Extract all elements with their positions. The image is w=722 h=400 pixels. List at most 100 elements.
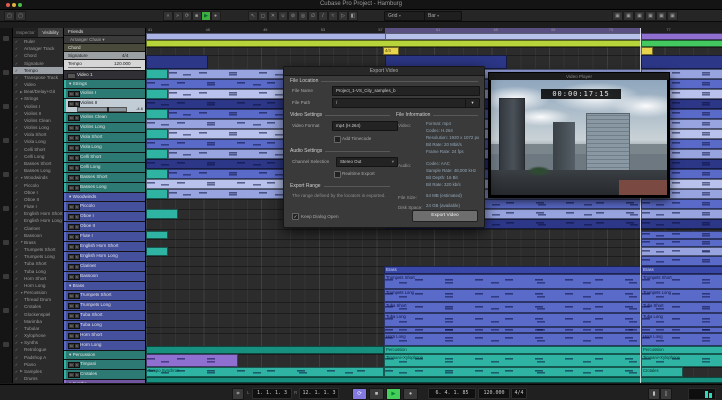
track-header[interactable]: ▾ Strings — [64, 80, 145, 89]
tempo-display[interactable]: 120.000 — [478, 388, 510, 399]
erase-tool[interactable]: ⊘ — [288, 11, 298, 21]
clip[interactable] — [146, 139, 286, 149]
rail-icon[interactable] — [3, 138, 9, 143]
rewind-button[interactable]: « — [163, 11, 173, 21]
clip[interactable] — [146, 159, 286, 169]
track-header[interactable]: M S Trumpets Short — [64, 291, 145, 301]
clip[interactable] — [641, 33, 722, 40]
tab-inspector[interactable]: Inspector — [13, 28, 38, 37]
clip[interactable]: Tuba Long — [641, 313, 722, 327]
visibility-item[interactable]: ✓ Xylophone — [13, 332, 63, 339]
visibility-item[interactable]: ✓ Chord — [13, 52, 63, 59]
track-header[interactable]: M S Horn Short — [64, 331, 145, 341]
clip[interactable] — [146, 346, 384, 354]
snap-toggle-button[interactable]: ▣ — [612, 11, 623, 21]
visibility-item[interactable]: ✓ Padshop A — [13, 354, 63, 361]
rail-icon[interactable] — [3, 36, 9, 41]
clip[interactable] — [384, 367, 641, 377]
visibility-item[interactable]: ✓ Tubular — [13, 325, 63, 332]
clip[interactable] — [641, 209, 722, 219]
track-header[interactable]: M S Piccolo — [64, 202, 145, 212]
time-signature-display[interactable]: 4/4 — [511, 388, 527, 399]
track-header[interactable]: M S Violins II -4.6 — [64, 99, 145, 113]
clip[interactable]: Tuba Short — [384, 302, 641, 313]
quantize-dropdown[interactable]: Bar ▾ — [424, 11, 462, 21]
cycle-button[interactable]: ⟳ — [182, 11, 192, 21]
visibility-item[interactable]: ✓ Glockenspiel — [13, 311, 63, 318]
play-tool[interactable]: ▷ — [338, 11, 348, 21]
rail-icon[interactable] — [3, 172, 9, 177]
track-header[interactable]: M S Oboe II — [64, 222, 145, 232]
clip[interactable] — [146, 169, 168, 179]
clip[interactable] — [641, 40, 722, 47]
visibility-item[interactable]: ✓ Tuba Short — [13, 260, 63, 267]
dialog-title[interactable]: Export Video — [284, 67, 484, 76]
visibility-item[interactable]: ✓ ▶ Beat/Delay+Git — [13, 88, 63, 95]
track-header[interactable]: M S Violins Long — [64, 123, 145, 133]
visibility-item[interactable]: ✓ Violins II — [13, 110, 63, 117]
clip[interactable] — [146, 33, 387, 40]
rail-icon[interactable] — [3, 308, 9, 313]
visibility-item[interactable]: ✓ Horn Short — [13, 275, 63, 282]
visibility-item[interactable]: ✓ Piccolo — [13, 181, 63, 188]
export-video-button[interactable]: Export Video — [412, 210, 478, 222]
visibility-item[interactable]: ✓ Celli Short — [13, 146, 63, 153]
clip[interactable]: Trumpets Short — [641, 274, 722, 289]
video-format-value[interactable]: mp4 (H.264) — [332, 121, 398, 131]
mute-tool[interactable]: ∅ — [308, 11, 318, 21]
rail-icon[interactable] — [3, 274, 9, 279]
track-header[interactable]: M S English Horn Short — [64, 242, 145, 252]
track-header[interactable]: M S Crotales — [64, 370, 145, 380]
clip[interactable] — [146, 149, 168, 159]
clip[interactable] — [385, 33, 643, 40]
track-header[interactable]: Arranger Chain ▾ — [64, 36, 145, 44]
line-tool[interactable]: ≈ — [328, 11, 338, 21]
visibility-item[interactable]: ✓ Video — [13, 81, 63, 88]
visibility-item[interactable]: ✓ ▼ Percussion — [13, 289, 63, 296]
clip[interactable]: Horn Long — [641, 333, 722, 346]
clip[interactable]: Timpani+Xylophone — [384, 354, 641, 367]
visibility-item[interactable]: ✓ Violins I — [13, 103, 63, 110]
snap-type-button[interactable]: ▣ — [623, 11, 634, 21]
track-header[interactable]: M S Horn Long — [64, 341, 145, 351]
track-header[interactable]: ▾ Synths — [64, 380, 145, 383]
play-button[interactable]: ▶ — [386, 387, 401, 400]
visibility-item[interactable]: ✓ ▼ Brass — [13, 239, 63, 246]
visibility-item[interactable]: ✓ Drums — [13, 375, 63, 382]
color-tool[interactable]: ◧ — [348, 11, 358, 21]
track-header[interactable]: M S Bassoon — [64, 272, 145, 282]
keyboard-icon[interactable]: ⌗ — [232, 387, 244, 400]
clip[interactable]: Trumpets Long — [641, 289, 722, 302]
draw-tool[interactable]: / — [318, 11, 328, 21]
visibility-item[interactable]: ✓ Celli Long — [13, 153, 63, 160]
track-header[interactable]: ▾ Percussion — [64, 351, 145, 360]
channel-selection-dropdown[interactable]: Stereo Out ▾ — [336, 157, 398, 167]
stop-button[interactable]: ■ — [369, 387, 384, 400]
clip[interactable]: Horn Long — [384, 333, 641, 346]
clip[interactable] — [146, 247, 168, 256]
clip[interactable] — [146, 231, 168, 239]
clip[interactable] — [641, 55, 722, 69]
tab-visibility[interactable]: Visibility — [38, 28, 63, 37]
visibility-item[interactable]: ✓ Ruler — [13, 38, 63, 45]
file-path-browse-button[interactable]: ▾ — [465, 98, 480, 108]
visibility-item[interactable]: ✓ Thread Drum — [13, 296, 63, 303]
clip[interactable] — [146, 129, 168, 139]
track-header[interactable]: M S Basses Long — [64, 183, 145, 193]
clip[interactable] — [641, 47, 653, 55]
clip[interactable] — [641, 239, 722, 247]
record-button[interactable]: ● — [403, 387, 418, 400]
clip[interactable] — [641, 231, 722, 239]
visibility-item[interactable]: ✓ Oboe II — [13, 196, 63, 203]
visibility-item[interactable]: ✓ Signature — [13, 60, 63, 67]
clip[interactable] — [641, 327, 722, 333]
visibility-item[interactable]: ✓ Basses Short — [13, 160, 63, 167]
keep-dialog-open-checkbox[interactable]: ✓ — [292, 213, 299, 220]
track-header[interactable]: Friends — [64, 28, 145, 36]
rail-icon[interactable] — [3, 342, 9, 347]
play-button[interactable]: ▶ — [201, 11, 211, 21]
clip[interactable] — [146, 109, 168, 119]
visibility-item[interactable]: ✓ Viola Long — [13, 138, 63, 145]
visibility-item[interactable]: ✓ Trumpets Short — [13, 246, 63, 253]
visibility-item[interactable]: ✓ ▼ Synths — [13, 339, 63, 346]
